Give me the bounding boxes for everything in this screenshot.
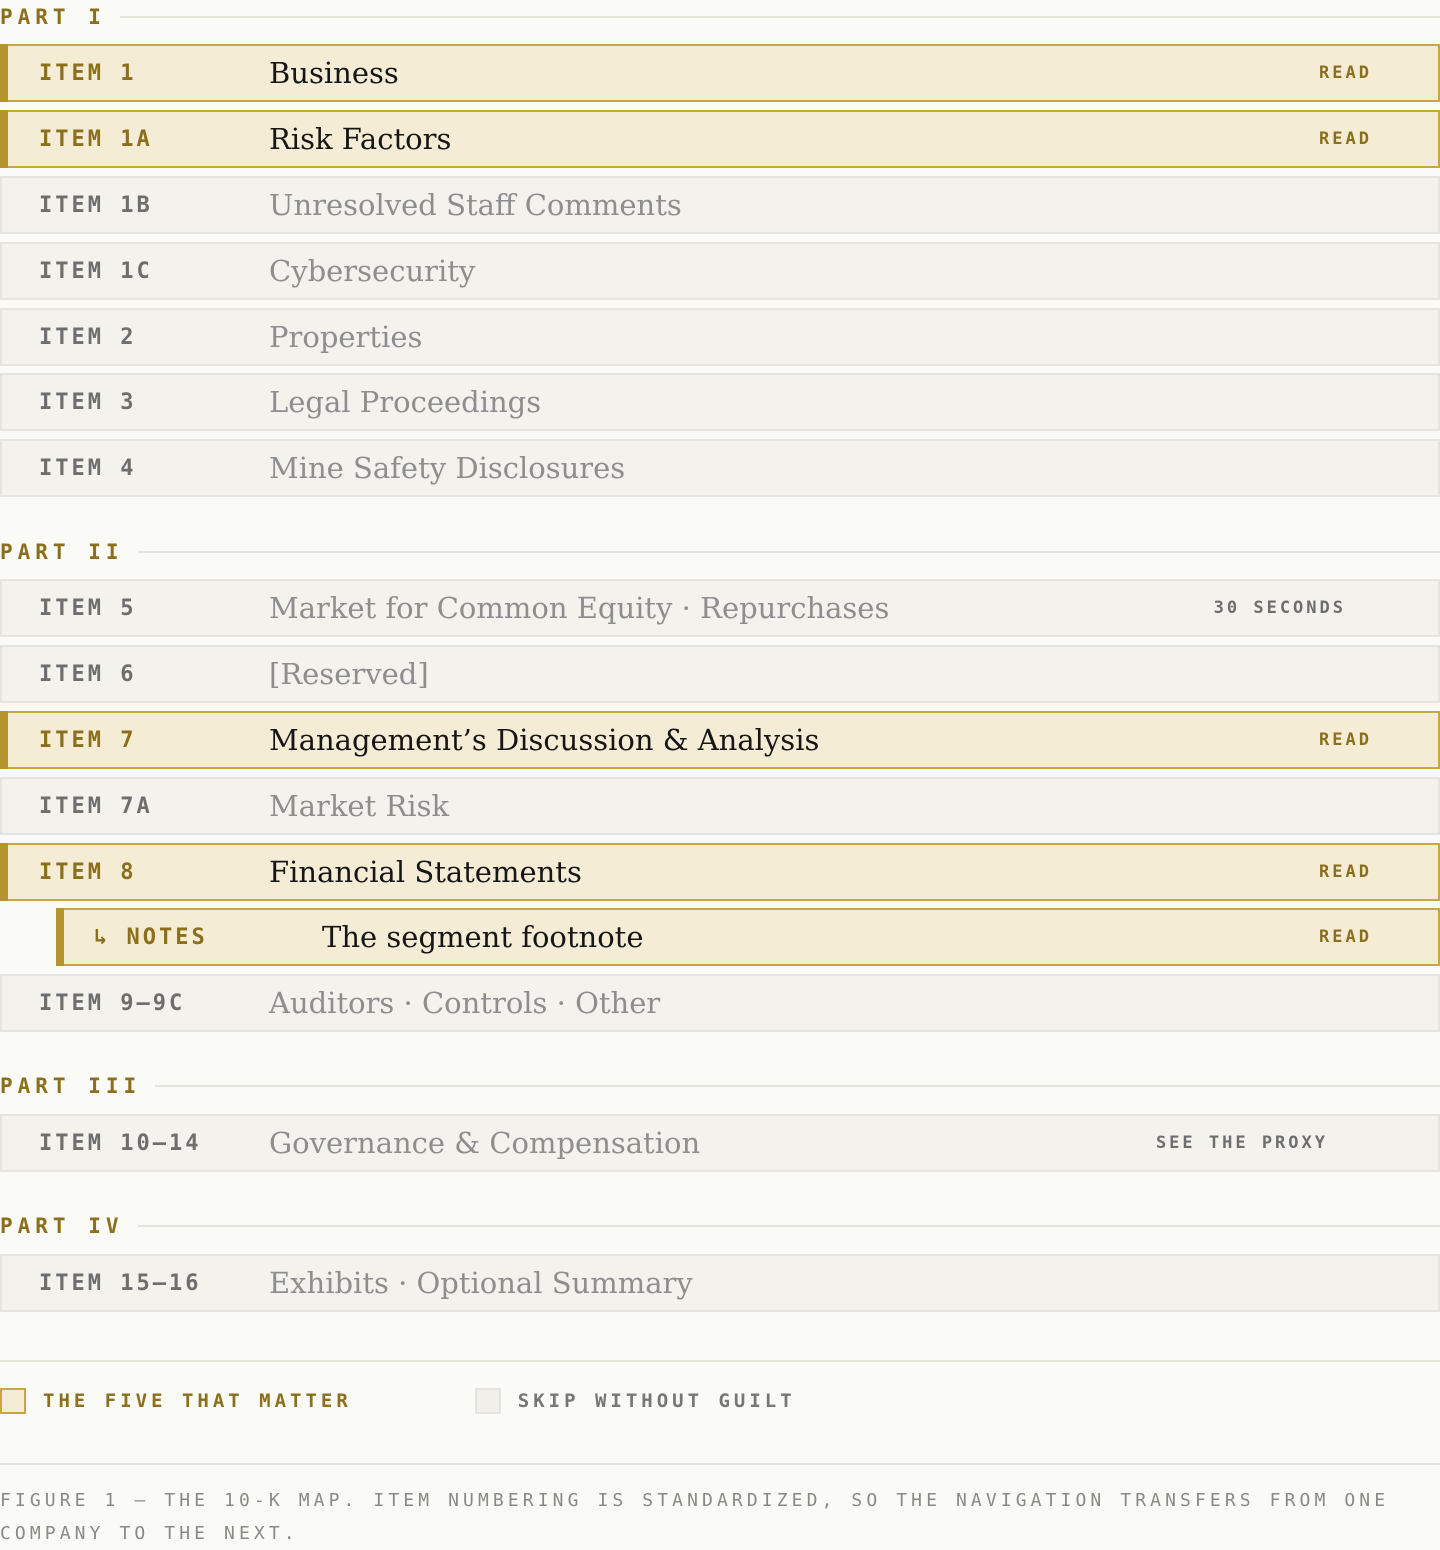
item-code: ITEM 4 [39, 455, 137, 481]
part-label: PART II [0, 540, 124, 564]
item-code: ITEM 1C [39, 258, 153, 284]
item-title: Business [269, 56, 399, 90]
skip-swatch [474, 1388, 501, 1414]
divider [0, 1360, 1440, 1362]
item-row-10[interactable]: ITEM 10–14 Governance & Compensation SEE… [0, 1114, 1440, 1172]
item-title: Financial Statements [269, 855, 582, 889]
item-title: Management’s Discussion & Analysis [269, 723, 820, 757]
read-tag: READ [1319, 927, 1372, 947]
item-code: ITEM 10–14 [39, 1130, 202, 1156]
highlight-swatch [0, 1388, 26, 1414]
item-code: ITEM 1B [39, 192, 153, 218]
item-code: ITEM 8 [39, 859, 137, 885]
item-row-7a[interactable]: ITEM 7A Market Risk [0, 777, 1440, 835]
item-row-1[interactable]: ITEM 1 Business READ [0, 44, 1440, 102]
item-row-9[interactable]: ITEM 9–9C Auditors · Controls · Other [0, 974, 1440, 1032]
item-code: ITEM 6 [39, 661, 137, 687]
item-title: Governance & Compensation [269, 1126, 701, 1160]
divider [0, 1463, 1440, 1465]
part-label: PART IV [0, 1214, 124, 1238]
item-title: Risk Factors [269, 122, 452, 156]
item-row-1b[interactable]: ITEM 1B Unresolved Staff Comments [0, 176, 1440, 234]
item-row-1a[interactable]: ITEM 1A Risk Factors READ [0, 110, 1440, 168]
item-title: Legal Proceedings [269, 385, 542, 419]
read-tag: READ [1319, 129, 1372, 149]
divider [137, 1225, 1440, 1227]
item-title: Mine Safety Disclosures [269, 451, 626, 485]
legend: THE FIVE THAT MATTER SKIP WITHOUT GUILT [0, 1388, 796, 1414]
part-3-header: PART III [0, 1071, 1440, 1101]
item-title: Market Risk [269, 789, 450, 823]
item-row-15[interactable]: ITEM 15–16 Exhibits · Optional Summary [0, 1254, 1440, 1312]
item-code: ↳ NOTES [94, 924, 208, 950]
item-row-4[interactable]: ITEM 4 Mine Safety Disclosures [0, 439, 1440, 497]
divider [155, 1085, 1440, 1087]
item-row-7[interactable]: ITEM 7 Management’s Discussion & Analysi… [0, 711, 1440, 769]
item-row-2[interactable]: ITEM 2 Properties [0, 308, 1440, 366]
read-tag: READ [1319, 730, 1372, 750]
divider [119, 16, 1440, 18]
proxy-tag: SEE THE PROXY [1155, 1133, 1328, 1153]
part-4-header: PART IV [0, 1211, 1440, 1241]
legend-label-skip: SKIP WITHOUT GUILT [517, 1390, 796, 1412]
divider [137, 551, 1440, 553]
legend-label-highlight: THE FIVE THAT MATTER [43, 1390, 352, 1412]
item-code: ITEM 9–9C [39, 990, 186, 1016]
read-tag: READ [1319, 63, 1372, 83]
item-code: ITEM 15–16 [39, 1270, 202, 1296]
item-row-6[interactable]: ITEM 6 [Reserved] [0, 645, 1440, 703]
item-code: ITEM 5 [39, 595, 137, 621]
read-tag: READ [1319, 862, 1372, 882]
part-label: PART III [0, 1074, 142, 1098]
figure-caption: FIGURE 1 — THE 10-K MAP. ITEM NUMBERING … [0, 1490, 1390, 1544]
part-label: PART I [0, 5, 106, 29]
item-code: ITEM 2 [39, 324, 137, 350]
item-title: Market for Common Equity · Repurchases [269, 591, 890, 625]
part-2-header: PART II [0, 537, 1440, 567]
item-title: Properties [269, 320, 423, 354]
item-title: The segment footnote [322, 920, 644, 954]
item-code: ITEM 1A [39, 126, 153, 152]
item-title: Auditors · Controls · Other [269, 986, 661, 1020]
item-code: ITEM 7 [39, 727, 137, 753]
item-title: Cybersecurity [269, 254, 476, 288]
item-row-8[interactable]: ITEM 8 Financial Statements READ [0, 843, 1440, 901]
item-title: Unresolved Staff Comments [269, 188, 682, 222]
item-code: ITEM 3 [39, 389, 137, 415]
item-title: [Reserved] [269, 657, 429, 691]
item-code: ITEM 7A [39, 793, 153, 819]
item-row-3[interactable]: ITEM 3 Legal Proceedings [0, 373, 1440, 431]
item-title: Exhibits · Optional Summary [269, 1266, 693, 1300]
item-code: ITEM 1 [39, 60, 137, 86]
item-row-notes[interactable]: ↳ NOTES The segment footnote READ [56, 908, 1440, 966]
time-tag: 30 SECONDS [1213, 598, 1346, 618]
item-row-5[interactable]: ITEM 5 Market for Common Equity · Repurc… [0, 579, 1440, 637]
part-1-header: PART I [0, 2, 1440, 32]
item-row-1c[interactable]: ITEM 1C Cybersecurity [0, 242, 1440, 300]
